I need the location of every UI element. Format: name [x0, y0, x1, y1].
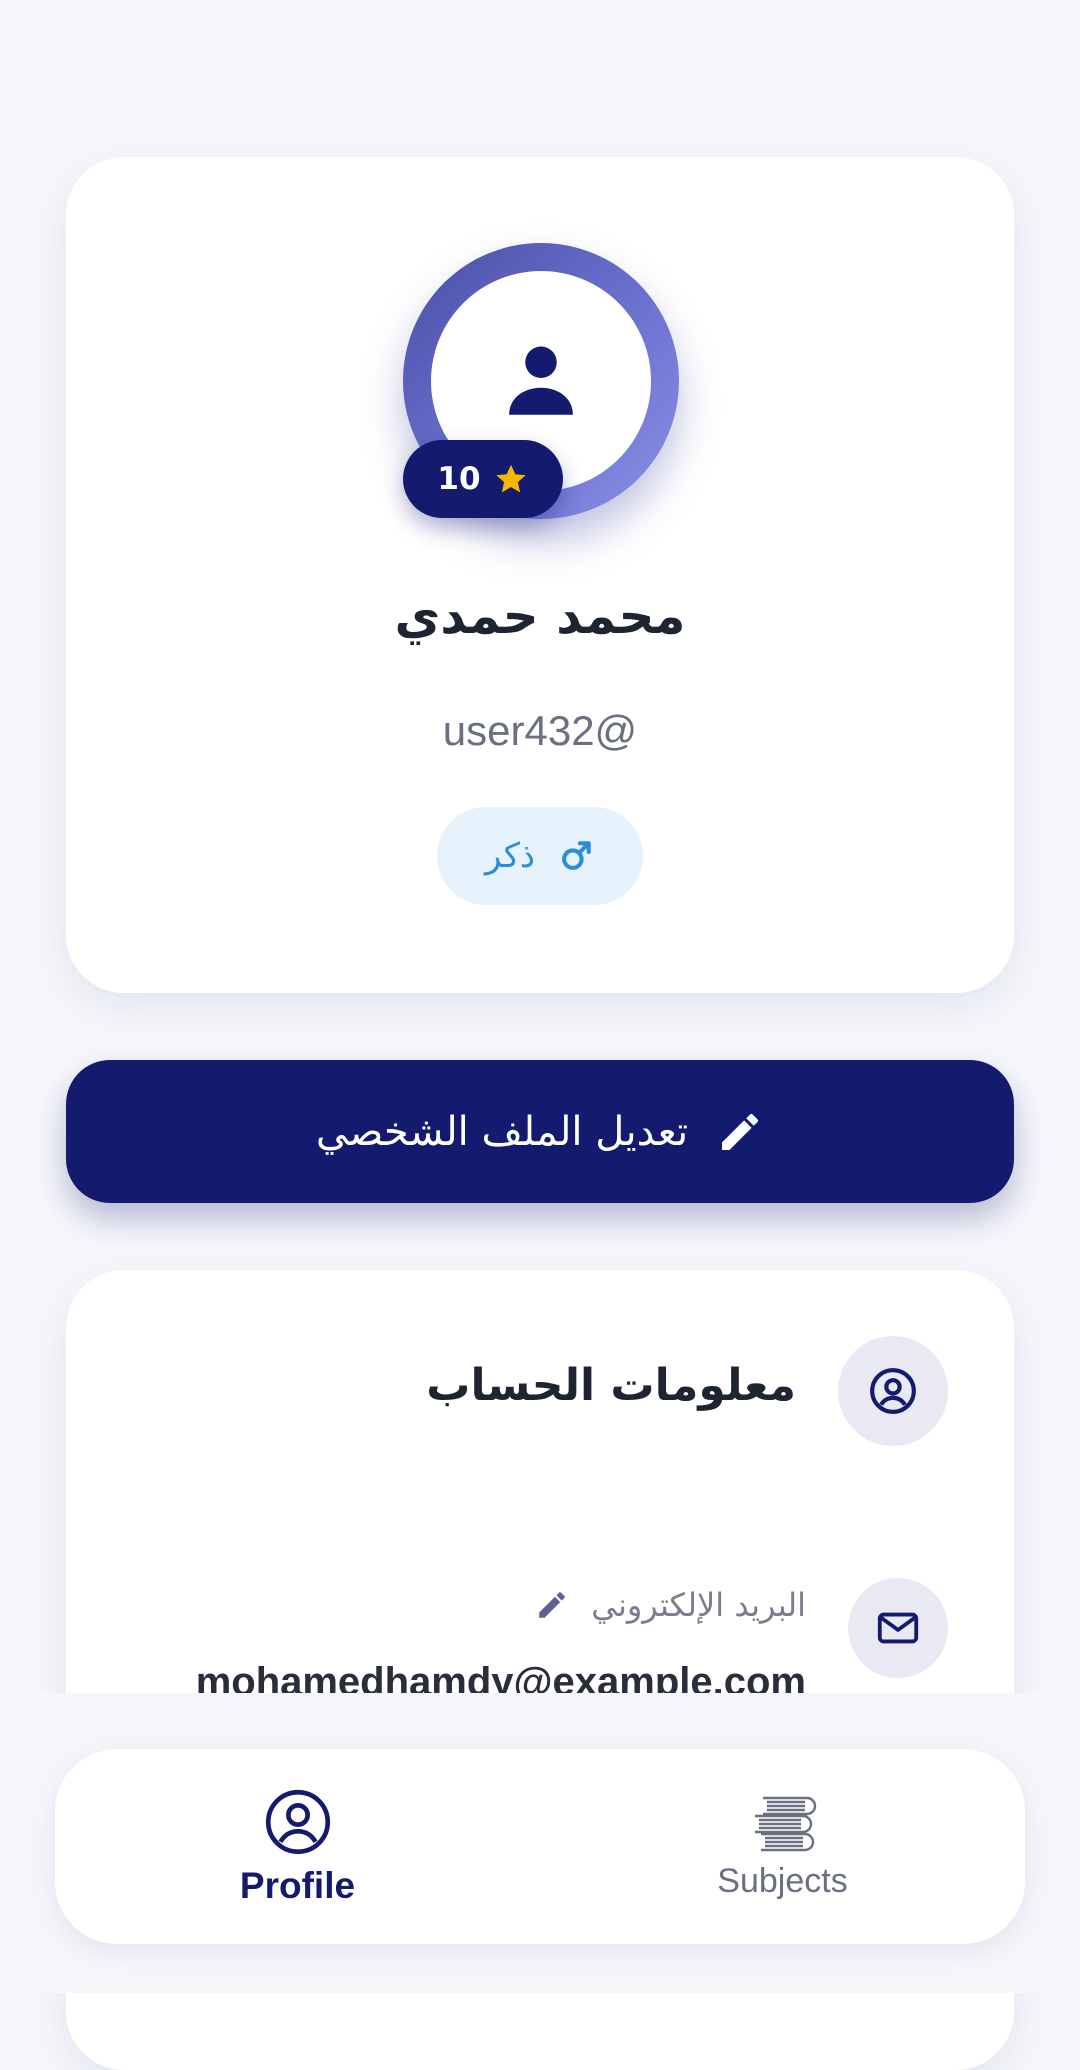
mail-icon — [848, 1578, 948, 1678]
account-info-title: معلومات الحساب — [426, 1360, 796, 1411]
books-icon — [754, 1796, 816, 1852]
email-label: البريد الإلكتروني — [591, 1586, 806, 1624]
edit-email-icon[interactable] — [535, 1588, 569, 1622]
gender-chip: ذكر — [437, 807, 643, 905]
profile-card: 10 محمد حمدي user432@ ذكر — [66, 157, 1014, 993]
gender-label: ذكر — [484, 836, 536, 876]
person-icon — [509, 346, 573, 415]
edit-profile-label: تعديل الملف الشخصي — [315, 1108, 689, 1155]
level-value: 10 — [437, 461, 481, 497]
male-icon — [562, 841, 591, 870]
person-circle-icon — [265, 1789, 330, 1854]
level-badge: 10 — [403, 440, 563, 518]
nav-profile-label: Profile — [239, 1864, 356, 1906]
pencil-icon — [722, 1113, 759, 1150]
user-name: محمد حمدي — [394, 587, 686, 645]
nav-item-profile[interactable]: Profile — [55, 1749, 540, 1944]
nav-item-subjects[interactable]: Subjects — [540, 1749, 1025, 1944]
star-icon — [495, 464, 526, 493]
user-handle: user432@ — [442, 707, 638, 754]
account-circle-icon — [838, 1336, 948, 1446]
bottom-nav: Profile Subjects — [55, 1749, 1025, 1944]
email-label-row: البريد الإلكتروني — [535, 1586, 806, 1624]
edit-profile-button[interactable]: تعديل الملف الشخصي — [66, 1060, 1014, 1203]
nav-subjects-label: Subjects — [717, 1862, 848, 1900]
